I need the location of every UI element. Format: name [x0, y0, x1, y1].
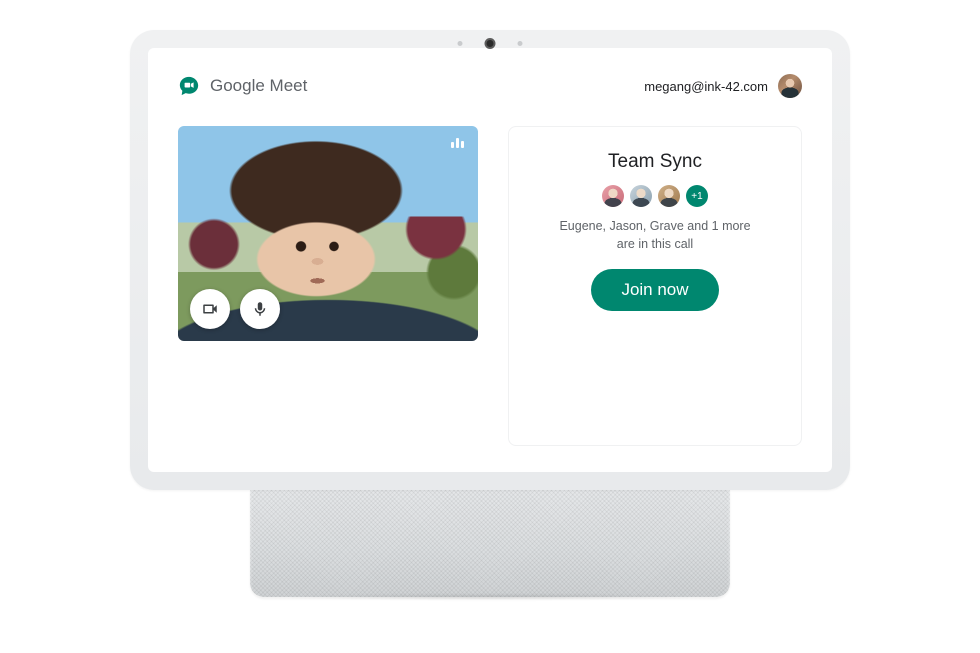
meeting-title: Team Sync — [608, 151, 702, 173]
user-avatar[interactable] — [778, 74, 802, 98]
google-meet-icon — [178, 75, 200, 97]
audio-level-icon — [451, 138, 464, 148]
front-camera — [485, 38, 496, 49]
participant-summary: Eugene, Jason, Grave and 1 more are in t… — [559, 217, 750, 253]
participant-summary-line1: Eugene, Jason, Grave and 1 more — [559, 219, 750, 233]
device-speaker-base — [250, 482, 730, 597]
account-area[interactable]: megang@ink-42.com — [644, 74, 802, 98]
device-sensors — [458, 38, 523, 49]
main-content: Team Sync +1 Eugene, Jason, Grave and 1 … — [178, 126, 802, 446]
app-title: Google Meet — [210, 76, 307, 96]
nest-hub-device: Google Meet megang@ink-42.com — [130, 30, 850, 597]
video-controls — [190, 289, 280, 329]
light-sensor — [458, 41, 463, 46]
participant-summary-line2: are in this call — [617, 237, 693, 251]
participant-overflow-badge: +1 — [686, 185, 708, 207]
toggle-mic-button[interactable] — [240, 289, 280, 329]
app-brand: Google Meet — [178, 75, 307, 97]
account-email: megang@ink-42.com — [644, 79, 768, 94]
app-header: Google Meet megang@ink-42.com — [178, 74, 802, 98]
participant-avatar — [602, 185, 624, 207]
participant-avatars: +1 — [602, 185, 708, 207]
participant-avatar — [658, 185, 680, 207]
self-video-preview — [178, 126, 478, 341]
join-now-button[interactable]: Join now — [591, 269, 718, 311]
meeting-card: Team Sync +1 Eugene, Jason, Grave and 1 … — [508, 126, 802, 446]
participant-avatar — [630, 185, 652, 207]
microphone-icon — [251, 300, 269, 318]
proximity-sensor — [518, 41, 523, 46]
device-bezel: Google Meet megang@ink-42.com — [130, 30, 850, 490]
toggle-camera-button[interactable] — [190, 289, 230, 329]
camera-icon — [201, 300, 219, 318]
screen-content: Google Meet megang@ink-42.com — [148, 48, 832, 472]
